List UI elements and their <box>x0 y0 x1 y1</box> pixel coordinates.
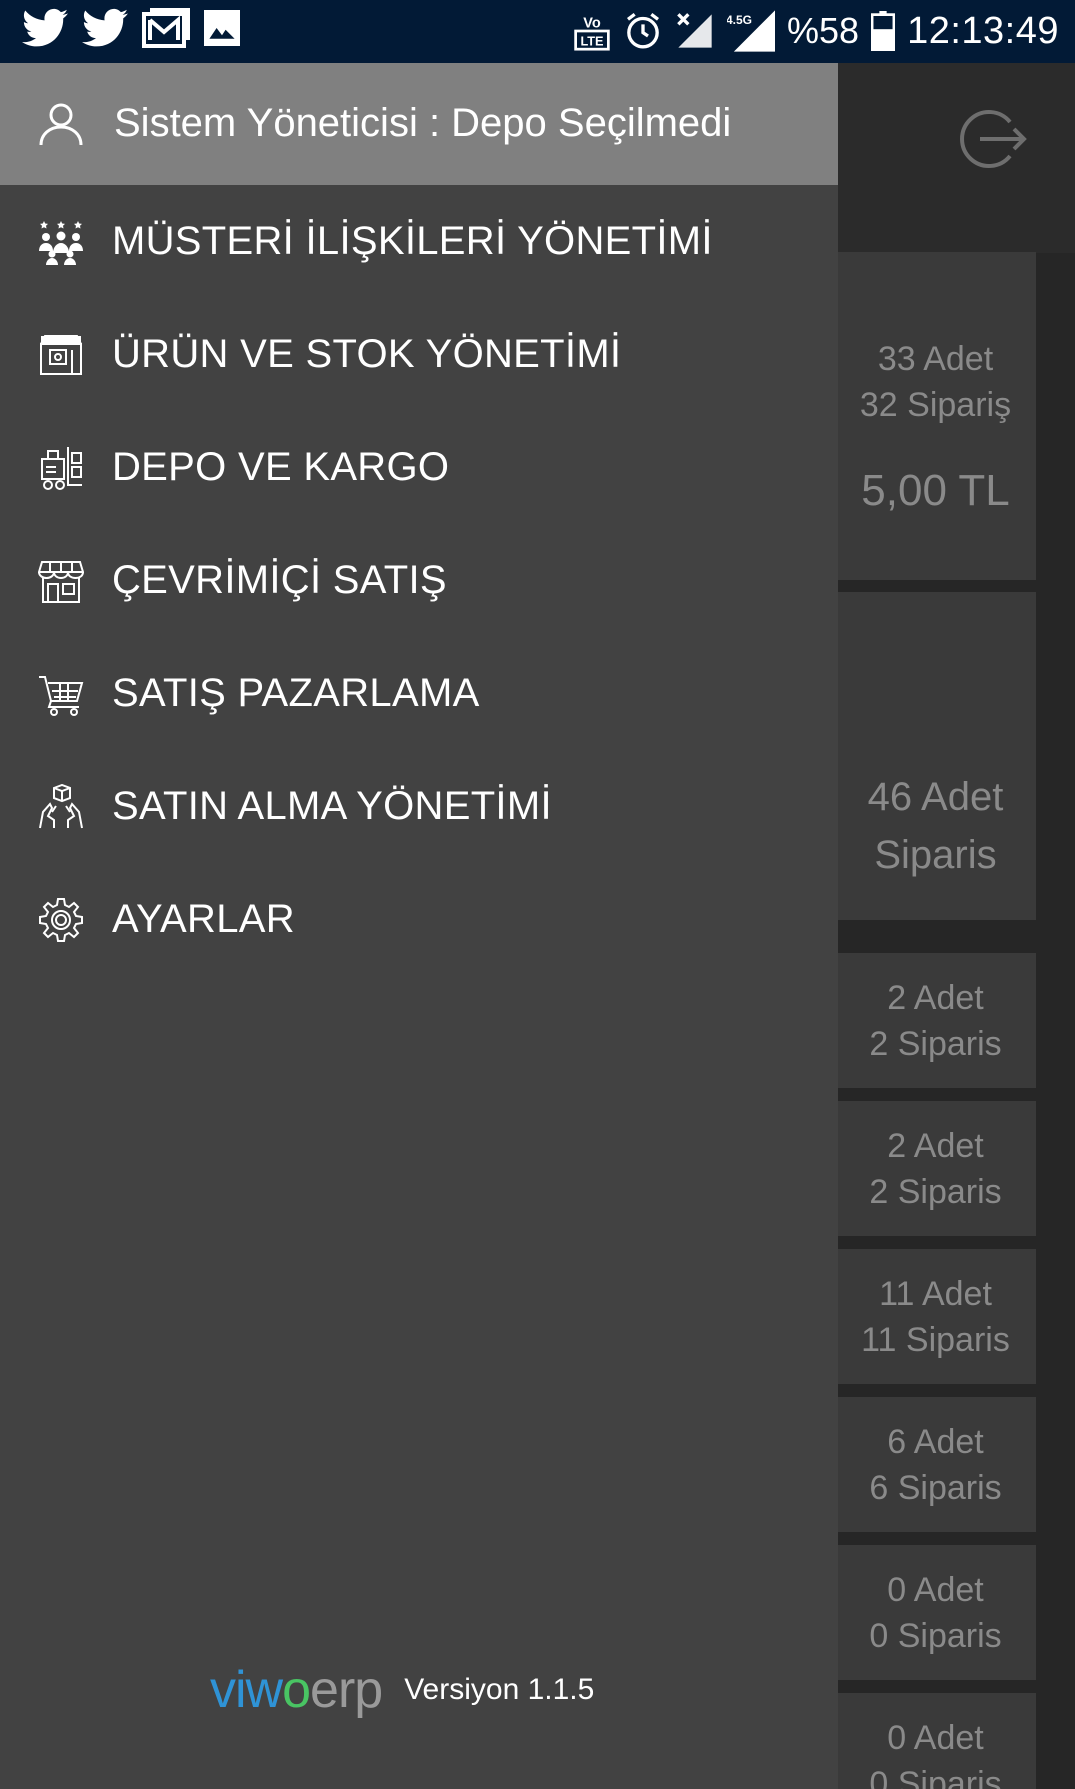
summary-card[interactable]: 0 Adet 0 Siparis <box>835 1545 1036 1680</box>
twitter-icon <box>22 8 68 47</box>
status-bar: Vo LTE 4.5G %58 12:13:49 <box>0 0 1075 63</box>
card-quantity: 11 Adet <box>879 1275 992 1313</box>
menu-item-label: SATIN ALMA YÖNETİMİ <box>112 784 552 828</box>
card-quantity: 46 Adet <box>867 775 1004 819</box>
gmail-icon <box>142 8 190 48</box>
card-orders: Siparis <box>874 833 997 877</box>
card-orders: 0 Siparis <box>869 1765 1002 1789</box>
drawer-footer: viwoerp Versiyon 1.1.5 <box>210 1660 594 1720</box>
gear-icon <box>39 898 83 942</box>
volte-label: LTE <box>580 34 603 49</box>
cart-icon <box>39 676 84 716</box>
brand-part-3: erp <box>310 1661 383 1719</box>
logout-icon[interactable] <box>958 108 1028 170</box>
version-label: Versiyon 1.1.5 <box>404 1673 595 1706</box>
user-icon <box>39 103 83 146</box>
alarm-icon <box>627 13 660 49</box>
summary-card[interactable]: 46 Adet Siparis <box>835 592 1036 920</box>
summary-card[interactable]: 2 Adet 2 Siparis <box>835 953 1036 1088</box>
summary-card[interactable]: 33 Adet 32 Sipariş 5,00 TL <box>835 252 1036 580</box>
drawer-header[interactable]: Sistem Yöneticisi : Depo Seçilmedi <box>0 63 838 185</box>
menu-item-crm[interactable]: MÜSTERİ İLİŞKİLERİ YÖNETİMİ <box>0 185 838 298</box>
store-box-icon <box>40 335 82 375</box>
card-quantity: 2 Adet <box>887 1127 984 1165</box>
menu-item-warehouse-cargo[interactable]: DEPO VE KARGO <box>0 411 838 524</box>
menu-item-label: MÜSTERİ İLİŞKİLERİ YÖNETİMİ <box>112 219 713 263</box>
menu-item-label: DEPO VE KARGO <box>112 445 450 489</box>
brand-logo: viwoerp <box>210 1660 383 1720</box>
battery-icon <box>871 11 896 51</box>
summary-card[interactable]: 6 Adet 6 Siparis <box>835 1397 1036 1532</box>
user-role-label: Sistem Yöneticisi : Depo Seçilmedi <box>114 101 732 145</box>
summary-card[interactable]: 0 Adet 0 Siparis <box>835 1693 1036 1789</box>
card-quantity: 2 Adet <box>887 979 984 1017</box>
menu-item-purchasing[interactable]: SATIN ALMA YÖNETİMİ <box>0 750 838 863</box>
card-orders: 6 Siparis <box>869 1469 1002 1507</box>
card-orders: 2 Siparis <box>869 1025 1002 1063</box>
card-quantity: 33 Adet <box>877 340 994 378</box>
storefront-icon <box>38 561 84 603</box>
card-amount: 5,00 TL <box>861 466 1010 515</box>
card-quantity: 0 Adet <box>887 1571 984 1609</box>
menu-item-label: ÜRÜN VE STOK YÖNETİMİ <box>112 332 622 376</box>
signal-icon <box>677 13 712 48</box>
image-icon <box>204 10 240 46</box>
volte-icon: Vo LTE <box>574 15 610 51</box>
card-orders: 2 Siparis <box>869 1173 1002 1211</box>
navigation-drawer: Sistem Yöneticisi : Depo Seçilmedi MÜSTE… <box>0 63 838 1789</box>
menu-item-sales-marketing[interactable]: SATIŞ PAZARLAMA <box>0 637 838 750</box>
notification-icons <box>22 8 240 48</box>
menu-item-online-sales[interactable]: ÇEVRİMİÇİ SATIŞ <box>0 524 838 637</box>
signal-4g-icon: 4.5G <box>727 10 776 52</box>
battery-percent: %58 <box>787 10 860 51</box>
forklift-icon <box>41 447 82 490</box>
system-icons: Vo LTE 4.5G %58 12:13:49 <box>573 8 1059 54</box>
card-orders: 32 Sipariş <box>859 386 1012 424</box>
summary-card[interactable]: 11 Adet 11 Siparis <box>835 1249 1036 1384</box>
card-quantity: 6 Adet <box>887 1423 984 1461</box>
clock: 12:13:49 <box>907 9 1059 52</box>
brand-part-1: viw <box>210 1661 283 1719</box>
menu-item-label: ÇEVRİMİÇİ SATIŞ <box>112 558 447 602</box>
menu-item-settings[interactable]: AYARLAR <box>0 863 838 976</box>
menu-item-product-stock[interactable]: ÜRÜN VE STOK YÖNETİMİ <box>0 298 838 411</box>
svg-text:Vo: Vo <box>583 15 601 31</box>
card-orders: 11 Siparis <box>861 1321 1010 1359</box>
menu-item-label: AYARLAR <box>112 897 295 941</box>
card-quantity: 0 Adet <box>887 1719 984 1757</box>
customers-icon <box>39 221 83 265</box>
brand-power-icon: o <box>282 1661 311 1719</box>
network-label: 4.5G <box>727 13 752 27</box>
hands-box-icon <box>39 784 83 829</box>
menu-item-label: SATIŞ PAZARLAMA <box>112 671 480 715</box>
card-orders: 0 Siparis <box>869 1617 1002 1655</box>
summary-card[interactable]: 2 Adet 2 Siparis <box>835 1101 1036 1236</box>
twitter-icon <box>82 8 128 47</box>
